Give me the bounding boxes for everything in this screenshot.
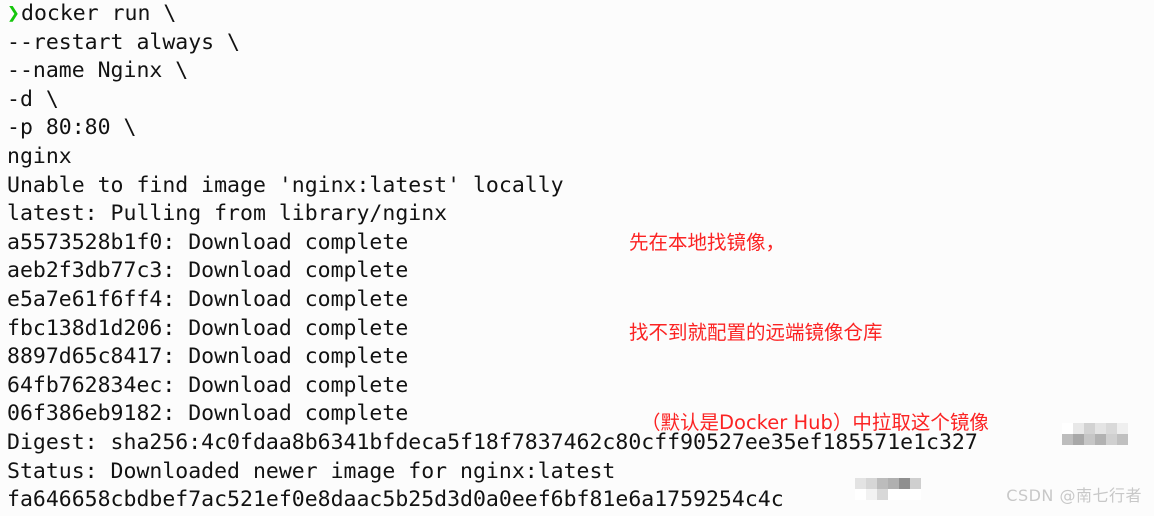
mosaic-cell bbox=[899, 478, 910, 489]
annotation-line: 先在本地找镜像， bbox=[629, 231, 786, 254]
mosaic-cell bbox=[877, 478, 888, 489]
terminal-command-line: ❯docker run \ bbox=[7, 0, 1147, 29]
annotation-line: 找不到就配置的远端镜像仓库 bbox=[629, 321, 883, 344]
mosaic-cell bbox=[1084, 423, 1095, 434]
command-text: -p 80:80 \ bbox=[7, 115, 137, 141]
mosaic-cell bbox=[1117, 434, 1128, 445]
mosaic-cell bbox=[1062, 434, 1073, 445]
command-text: -d \ bbox=[7, 86, 59, 112]
mosaic-cell bbox=[1084, 434, 1095, 445]
mosaic-row bbox=[1062, 423, 1128, 434]
mosaic-cell bbox=[1095, 423, 1106, 434]
command-text: --name Nginx \ bbox=[7, 58, 189, 84]
mosaic-cell bbox=[888, 478, 899, 489]
mosaic-cell bbox=[855, 478, 866, 489]
mosaic-cell bbox=[1106, 423, 1117, 434]
terminal-command-line: --restart always \ bbox=[7, 29, 1147, 58]
mosaic-cell bbox=[877, 489, 888, 500]
mosaic-cell bbox=[1073, 423, 1084, 434]
mosaic-cell bbox=[1073, 434, 1084, 445]
mosaic-row bbox=[855, 478, 921, 489]
mosaic-row bbox=[1062, 434, 1128, 445]
terminal-window: ❯docker run \ --restart always \ --name … bbox=[0, 0, 1154, 516]
command-text: docker run \ bbox=[21, 1, 177, 26]
mosaic-cell bbox=[910, 489, 921, 500]
annotation-note: 先在本地找镜像， 找不到就配置的远端镜像仓库 （默认是Docker Hub）中拉… bbox=[629, 168, 1089, 498]
terminal-command-line: --name Nginx \ bbox=[7, 57, 1147, 86]
mosaic-cell bbox=[866, 489, 877, 500]
mosaic-cell bbox=[1106, 434, 1117, 445]
command-text: nginx bbox=[7, 143, 72, 169]
prompt-chevron-icon: ❯ bbox=[7, 1, 20, 26]
terminal-command-line: -p 80:80 \ bbox=[7, 114, 1147, 143]
mosaic-cell bbox=[1095, 434, 1106, 445]
mosaic-cell bbox=[1117, 423, 1128, 434]
terminal-command-line: -d \ bbox=[7, 86, 1147, 115]
mosaic-cell bbox=[855, 489, 866, 500]
command-text: --restart always \ bbox=[7, 29, 240, 55]
csdn-watermark: CSDN @南七行者 bbox=[1006, 486, 1142, 505]
mosaic-cell bbox=[866, 478, 877, 489]
annotation-line: （默认是Docker Hub）中拉取这个镜像 bbox=[641, 411, 989, 434]
digest-redaction-blur bbox=[1062, 423, 1128, 445]
mosaic-cell bbox=[910, 478, 921, 489]
container-id-redaction-blur bbox=[855, 478, 921, 500]
mosaic-cell bbox=[899, 489, 910, 500]
mosaic-cell bbox=[1062, 423, 1073, 434]
mosaic-row bbox=[855, 489, 921, 500]
mosaic-cell bbox=[888, 489, 899, 500]
